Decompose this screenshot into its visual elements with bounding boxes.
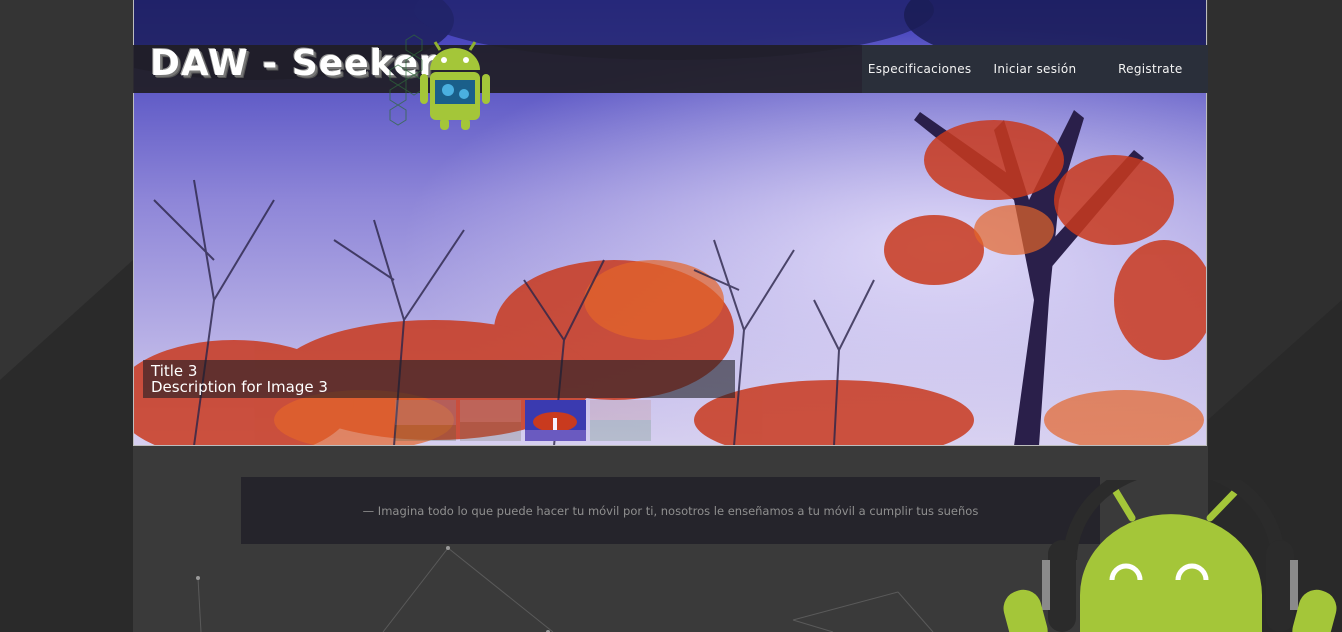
main-navigation: Especificaciones Iniciar sesión Registra… [862, 45, 1208, 93]
thumbnail-image-2[interactable] [460, 400, 521, 441]
slide-title: Title 3 [151, 362, 198, 380]
thumbnail-image-4[interactable] [590, 400, 651, 441]
thumbnail-image-3[interactable] [525, 400, 586, 441]
android-headphones-mascot-icon [1003, 480, 1337, 632]
slide-caption: Title 3 Description for Image 3 [143, 360, 735, 398]
thumbnail-image-1[interactable] [395, 400, 456, 441]
slider-thumbnails [395, 400, 651, 441]
network-lines-decoration [196, 546, 934, 632]
tagline-banner: — Imagina todo lo que puede hacer tu móv… [241, 477, 1100, 544]
nav-item-registrate[interactable]: Registrate [1093, 45, 1208, 93]
slide-description: Description for Image 3 [151, 378, 328, 396]
nav-item-iniciar-sesion[interactable]: Iniciar sesión [977, 45, 1092, 93]
nav-item-especificaciones[interactable]: Especificaciones [862, 45, 977, 93]
tagline-text: — Imagina todo lo que puede hacer tu móv… [362, 503, 979, 518]
android-logo-icon [389, 34, 490, 130]
